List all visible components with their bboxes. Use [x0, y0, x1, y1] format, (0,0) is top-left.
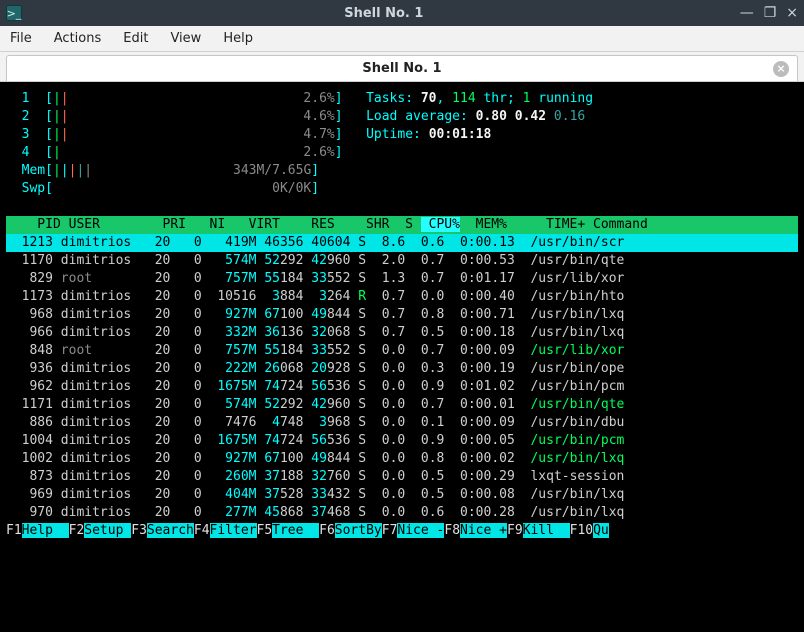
fn-action[interactable]: Search [147, 523, 194, 538]
process-row[interactable]: 848 root 20 0 757M 55184 33552 S 0.0 0.7… [6, 342, 798, 360]
minimize-button[interactable]: — [740, 5, 754, 21]
fn-key[interactable]: F4 [194, 523, 210, 538]
meter-row: 2 [|| 4.6%] Load average: 0.80 0.42 0.16 [6, 108, 798, 126]
process-row[interactable]: 1004 dimitrios 20 0 1675M 74724 56536 S … [6, 432, 798, 450]
menu-file[interactable]: File [10, 31, 32, 46]
fn-key[interactable]: F10 [570, 523, 593, 538]
process-row[interactable]: 1002 dimitrios 20 0 927M 67100 49844 S 0… [6, 450, 798, 468]
fn-key[interactable]: F7 [382, 523, 398, 538]
process-header[interactable]: PID USER PRI NI VIRT RES SHR S CPU% MEM%… [6, 216, 798, 234]
meter-row: 1 [|| 2.6%] Tasks: 70, 114 thr; 1 runnin… [6, 90, 798, 108]
process-row[interactable]: 1213 dimitrios 20 0 419M 46356 40604 S 8… [6, 234, 798, 252]
fn-key[interactable]: F5 [257, 523, 273, 538]
process-row[interactable]: 970 dimitrios 20 0 277M 45868 37468 S 0.… [6, 504, 798, 522]
fn-action[interactable]: Kill [523, 523, 570, 538]
function-key-bar: F1Help F2Setup F3SearchF4FilterF5Tree F6… [6, 522, 798, 540]
tab-close-icon[interactable]: × [773, 61, 789, 77]
app-icon: >_ [6, 5, 22, 21]
process-row[interactable]: 886 dimitrios 20 0 7476 4748 3968 S 0.0 … [6, 414, 798, 432]
fn-action[interactable]: Qu [593, 523, 609, 538]
process-row[interactable]: 962 dimitrios 20 0 1675M 74724 56536 S 0… [6, 378, 798, 396]
fn-action[interactable]: Nice + [460, 523, 507, 538]
meter-row: Mem[||||| 343M/7.65G] [6, 162, 798, 180]
process-row[interactable]: 1170 dimitrios 20 0 574M 52292 42960 S 2… [6, 252, 798, 270]
menu-bar: File Actions Edit View Help [0, 26, 804, 52]
process-row[interactable]: 829 root 20 0 757M 55184 33552 S 1.3 0.7… [6, 270, 798, 288]
tab-bar: Shell No. 1 × [0, 52, 804, 82]
process-row[interactable]: 966 dimitrios 20 0 332M 36136 32068 S 0.… [6, 324, 798, 342]
close-button[interactable]: × [786, 5, 798, 21]
menu-actions[interactable]: Actions [54, 31, 102, 46]
title-bar: >_ Shell No. 1 — ❐ × [0, 0, 804, 26]
process-row[interactable]: 1173 dimitrios 20 0 10516 3884 3264 R 0.… [6, 288, 798, 306]
menu-view[interactable]: View [170, 31, 201, 46]
process-row[interactable]: 969 dimitrios 20 0 404M 37528 33432 S 0.… [6, 486, 798, 504]
meter-row: 4 [| 2.6%] [6, 144, 798, 162]
fn-action[interactable]: Nice - [397, 523, 444, 538]
fn-action[interactable]: Tree [272, 523, 319, 538]
maximize-button[interactable]: ❐ [764, 5, 777, 21]
fn-key[interactable]: F1 [6, 523, 22, 538]
menu-edit[interactable]: Edit [123, 31, 148, 46]
fn-key[interactable]: F8 [444, 523, 460, 538]
fn-key[interactable]: F9 [507, 523, 523, 538]
fn-action[interactable]: Filter [210, 523, 257, 538]
fn-action[interactable]: Setup [84, 523, 131, 538]
process-row[interactable]: 1171 dimitrios 20 0 574M 52292 42960 S 0… [6, 396, 798, 414]
meter-row: 3 [|| 4.7%] Uptime: 00:01:18 [6, 126, 798, 144]
fn-action[interactable]: Help [22, 523, 69, 538]
process-row[interactable]: 936 dimitrios 20 0 222M 26068 20928 S 0.… [6, 360, 798, 378]
terminal[interactable]: 1 [|| 2.6%] Tasks: 70, 114 thr; 1 runnin… [0, 82, 804, 632]
fn-action[interactable]: SortBy [335, 523, 382, 538]
fn-key[interactable]: F3 [131, 523, 147, 538]
menu-help[interactable]: Help [223, 31, 253, 46]
window-title: Shell No. 1 [28, 6, 740, 21]
fn-key[interactable]: F2 [69, 523, 85, 538]
fn-key[interactable]: F6 [319, 523, 335, 538]
process-row[interactable]: 968 dimitrios 20 0 927M 67100 49844 S 0.… [6, 306, 798, 324]
tab-label: Shell No. 1 [362, 61, 441, 76]
process-row[interactable]: 873 dimitrios 20 0 260M 37188 32760 S 0.… [6, 468, 798, 486]
tab-shell-1[interactable]: Shell No. 1 × [6, 55, 798, 81]
meter-row: Swp[ 0K/0K] [6, 180, 798, 198]
